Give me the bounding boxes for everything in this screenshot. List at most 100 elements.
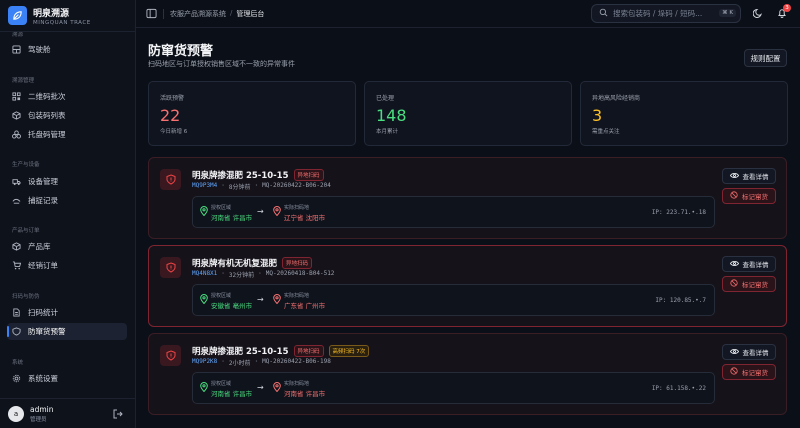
shield-alert-icon bbox=[160, 345, 181, 366]
sidebar-item-package-codes[interactable]: 包装码列表 bbox=[7, 107, 127, 124]
rules-config-button[interactable]: 规则配置 bbox=[744, 49, 787, 67]
stat-card-handled: 已处理 148 本月累计 bbox=[364, 81, 572, 146]
package-code[interactable]: MQ9P3M4 bbox=[192, 182, 217, 191]
scan-region-label: 实际扫码地 bbox=[284, 205, 310, 211]
eye-icon bbox=[729, 348, 739, 357]
sidebar-item-devices[interactable]: 设备管理 bbox=[7, 173, 127, 190]
order-number: MQ-20260418-B04-512 bbox=[265, 270, 335, 277]
sidebar-item-products[interactable]: 产品库 bbox=[7, 238, 127, 255]
alert-card[interactable]: 明泉牌有机无机复混肥 异地扫码 MQ4N8X1 · 32分钟前 · MQ-20260… bbox=[148, 245, 787, 327]
nav-group-label: 生产与设备 bbox=[12, 162, 40, 168]
notifications-button[interactable]: 3 bbox=[772, 4, 791, 23]
breadcrumb-current: 管理后台 bbox=[236, 10, 265, 18]
auth-region-label: 授权区域 bbox=[211, 205, 232, 211]
avatar[interactable]: a bbox=[8, 405, 24, 422]
map-pin-icon bbox=[273, 206, 281, 217]
camera-icon bbox=[12, 196, 21, 205]
ip-address: IP: 223.71.•.18 bbox=[651, 209, 706, 216]
stat-card-active: 活跃预警 22 今日新增 6 bbox=[148, 81, 356, 146]
sidebar-item-qr-batches[interactable]: 二维码批次 bbox=[7, 88, 127, 105]
breadcrumb-item[interactable]: 农服产品溯源系统 bbox=[170, 9, 226, 19]
stat-sub: 本月累计 bbox=[376, 129, 399, 135]
dashboard-icon bbox=[12, 45, 21, 54]
sidebar-item-dashboard[interactable]: 驾驶舱 bbox=[7, 41, 127, 58]
view-details-button[interactable]: 查看详情 bbox=[722, 256, 776, 272]
arrow-right-icon: → bbox=[257, 383, 264, 392]
sidebar-item-pallet-codes[interactable]: 托盘码管理 bbox=[7, 126, 127, 143]
box-icon bbox=[12, 242, 21, 251]
nav-group-label: 系统 bbox=[12, 360, 24, 366]
nav-group-label: 扫码与防伪 bbox=[12, 294, 40, 300]
alert-icon bbox=[12, 327, 21, 336]
search-input[interactable]: 搜索包装码 / 垛码 / 短码... ⌘ K bbox=[591, 4, 741, 23]
divider bbox=[163, 9, 164, 19]
user-name: admin bbox=[30, 404, 54, 414]
user-role: 管理员 bbox=[30, 416, 47, 423]
search-placeholder: 搜索包装码 / 垛码 / 短码... bbox=[613, 9, 703, 18]
package-code[interactable]: MQ4N8X1 bbox=[192, 270, 217, 279]
alert-card[interactable]: 明泉牌掺混肥 25-10-15 异地扫码 高频扫码 7次 MQ9P2K8 · 2小… bbox=[148, 333, 787, 415]
qrcode-icon bbox=[12, 92, 21, 101]
gear-icon bbox=[12, 374, 21, 383]
stat-label: 活跃预警 bbox=[160, 95, 185, 102]
mark-diversion-button[interactable]: 标记窜货 bbox=[722, 276, 776, 292]
alert-tag: 异地扫码 bbox=[293, 169, 324, 181]
alert-card[interactable]: 明泉牌掺混肥 25-10-15 异地扫码 MQ9P3M4 · 8分钟前 · MQ-2… bbox=[148, 157, 787, 239]
sidebar-toggle-icon[interactable] bbox=[146, 8, 157, 19]
top-header: 农服产品溯源系统 / 管理后台 搜索包装码 / 垛码 / 短码... ⌘ K 3 bbox=[136, 0, 800, 28]
page-subtitle: 扫码地区与订单授权销售区域不一致的异常事件 bbox=[148, 60, 295, 68]
sidebar-item-settings[interactable]: 系统设置 bbox=[7, 370, 127, 387]
brand-subtitle: MINGQUAN TRACE bbox=[33, 19, 91, 26]
mark-diversion-button[interactable]: 标记窜货 bbox=[722, 364, 776, 380]
file-icon bbox=[12, 308, 21, 317]
eye-icon bbox=[729, 172, 739, 181]
stat-value: 22 bbox=[160, 106, 181, 125]
sidebar-item-orders[interactable]: 经销订单 bbox=[7, 257, 127, 274]
sidebar-item-scan-stats[interactable]: 扫码统计 bbox=[7, 304, 127, 321]
order-number: MQ-20260422-B06-198 bbox=[262, 358, 331, 365]
logout-icon[interactable] bbox=[113, 409, 123, 419]
alert-tag: 异地扫码 bbox=[293, 345, 324, 357]
auth-region: 河南省 许昌市 bbox=[211, 214, 253, 222]
pallet-icon bbox=[12, 130, 21, 139]
ban-icon bbox=[730, 279, 738, 289]
leaf-icon bbox=[8, 6, 27, 25]
view-details-button[interactable]: 查看详情 bbox=[722, 168, 776, 184]
arrow-right-icon: → bbox=[257, 295, 264, 304]
shortcut-hint: ⌘ K bbox=[719, 9, 736, 17]
stat-label: 异地高风险经销商 bbox=[592, 95, 641, 102]
page-title: 防窜货预警 bbox=[148, 44, 214, 59]
breadcrumb-separator: / bbox=[230, 9, 233, 17]
map-pin-icon bbox=[200, 382, 208, 393]
theme-toggle-button[interactable] bbox=[748, 4, 767, 23]
sidebar: 明泉溯源 MINGQUAN TRACE 溯源 驾驶舱 溯源管理 二维码批次 包装… bbox=[0, 0, 136, 428]
stat-value: 148 bbox=[376, 106, 407, 125]
breadcrumb: 农服产品溯源系统 / 管理后台 bbox=[170, 9, 264, 19]
product-name: 明泉牌掺混肥 25-10-15 bbox=[192, 171, 289, 181]
sidebar-item-anti-diversion[interactable]: 防窜货预警 bbox=[7, 323, 127, 340]
alert-time: 2小时前 bbox=[228, 360, 251, 367]
brand[interactable]: 明泉溯源 MINGQUAN TRACE bbox=[0, 0, 135, 32]
route-box: 授权区域 河南省 许昌市 → 实际扫码地 辽宁省 沈阳市 IP: 223.71.… bbox=[192, 196, 715, 228]
map-pin-icon bbox=[273, 294, 281, 305]
sidebar-nav: 溯源 驾驶舱 溯源管理 二维码批次 包装码列表 托盘码管理 生产与设备 设备管理… bbox=[0, 32, 135, 398]
shield-alert-icon bbox=[160, 169, 181, 190]
map-pin-icon bbox=[200, 294, 208, 305]
ban-icon bbox=[730, 367, 738, 377]
package-code[interactable]: MQ9P2K8 bbox=[192, 358, 217, 367]
product-name: 明泉牌有机无机复混肥 bbox=[192, 259, 278, 269]
stat-card-high-risk: 异地高风险经销商 3 需重点关注 bbox=[580, 81, 788, 146]
nav-group-label: 溯源 bbox=[12, 32, 24, 38]
mark-diversion-button[interactable]: 标记窜货 bbox=[722, 188, 776, 204]
arrow-right-icon: → bbox=[257, 207, 264, 216]
view-details-button[interactable]: 查看详情 bbox=[722, 344, 776, 360]
order-number: MQ-20260422-B06-204 bbox=[262, 182, 331, 189]
alert-tag: 异地扫码 bbox=[282, 257, 313, 269]
scan-region: 辽宁省 沈阳市 bbox=[284, 214, 326, 222]
truck-icon bbox=[12, 177, 21, 186]
sidebar-item-capture-records[interactable]: 捕捉记录 bbox=[7, 192, 127, 209]
ban-icon bbox=[730, 191, 738, 201]
shield-alert-icon bbox=[160, 257, 181, 278]
ip-address: IP: 61.158.•.22 bbox=[651, 385, 706, 392]
cart-icon bbox=[12, 261, 21, 270]
